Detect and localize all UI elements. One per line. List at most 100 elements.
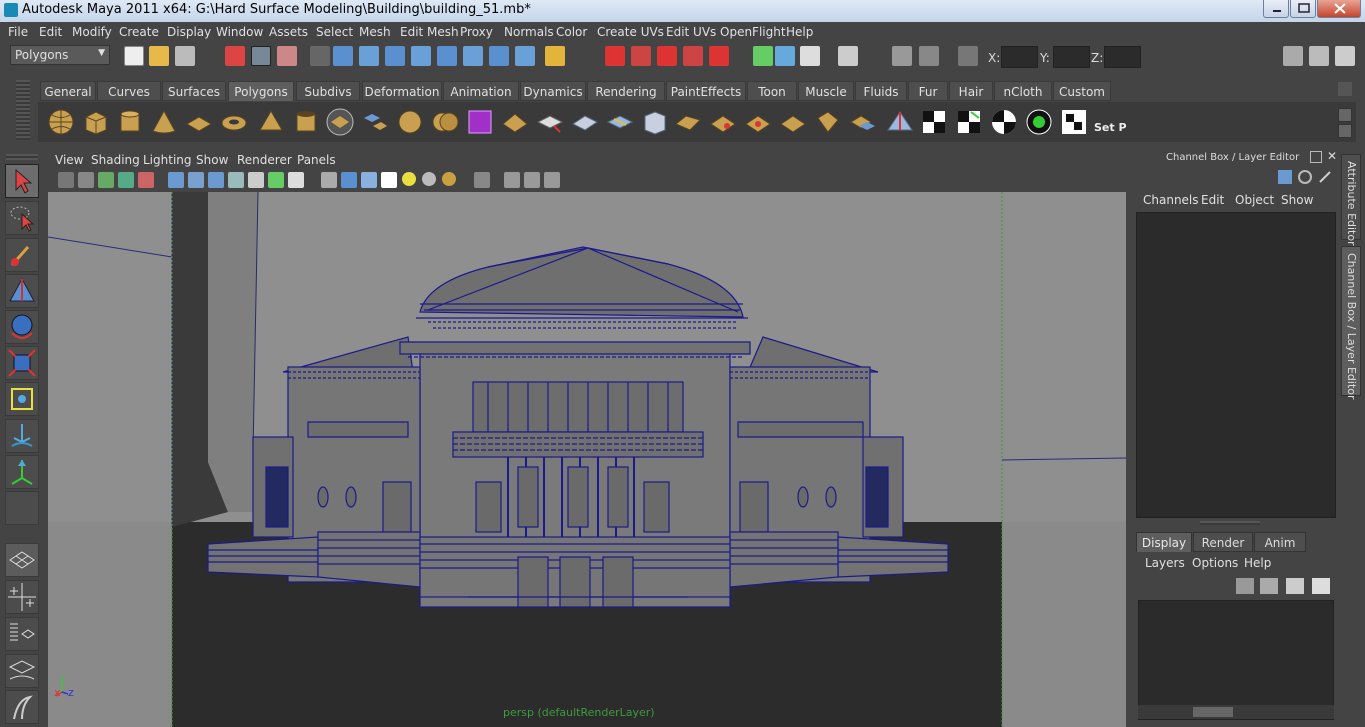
automatic-mapping-icon[interactable]	[1025, 108, 1053, 136]
shelf-tab-fluids[interactable]: Fluids	[855, 81, 907, 101]
set-pivot-label[interactable]: Set P	[1094, 121, 1127, 134]
panel-menu-panels[interactable]: Panels	[297, 153, 336, 167]
shelf-scroll-up[interactable]	[1338, 108, 1352, 122]
poly-cube-icon[interactable]	[82, 108, 110, 136]
menu-proxy[interactable]: Proxy	[460, 25, 493, 39]
menu-color[interactable]: Color	[556, 25, 587, 39]
menu-create[interactable]: Create	[119, 25, 159, 39]
new-layer-selected-icon[interactable]	[1312, 578, 1330, 594]
wireframe-on-shaded-icon[interactable]	[361, 172, 377, 188]
history-icon[interactable]	[515, 46, 535, 66]
z-field[interactable]	[1104, 46, 1141, 68]
move-tool-button[interactable]	[5, 274, 39, 308]
image-plane-icon[interactable]	[98, 172, 114, 188]
spherical-mapping-icon[interactable]	[990, 108, 1018, 136]
duplicate-face-icon[interactable]	[849, 108, 877, 136]
select-object-icon[interactable]	[251, 46, 271, 66]
menu-edit-uvs[interactable]: Edit UVs	[666, 25, 716, 39]
snap-curve-icon[interactable]	[359, 46, 379, 66]
camera-attributes-icon[interactable]	[58, 172, 74, 188]
default-light-icon[interactable]	[402, 172, 416, 186]
two-d-pan-zoom-icon[interactable]	[118, 172, 134, 188]
panel-menu-lighting[interactable]: Lighting	[143, 153, 192, 167]
tab-anim[interactable]: Anim	[1254, 532, 1306, 552]
xray-joints-icon[interactable]	[524, 172, 540, 188]
lasso-tool-button[interactable]	[5, 201, 39, 235]
snap-point-icon[interactable]	[385, 46, 405, 66]
show-menu[interactable]: Show	[1281, 193, 1313, 207]
persp-graph-layout-button[interactable]	[5, 654, 39, 688]
smooth-icon[interactable]	[396, 108, 424, 136]
symmetry-icon[interactable]	[489, 46, 509, 66]
camera-bookmark-icon[interactable]	[78, 172, 94, 188]
transform-input-icon[interactable]	[958, 46, 978, 66]
select-hierarchy-icon[interactable]	[225, 46, 245, 66]
poly-cone-icon[interactable]	[150, 108, 178, 136]
y-field[interactable]	[1053, 46, 1090, 68]
menu-mesh[interactable]: Mesh	[359, 25, 391, 39]
options-menu[interactable]: Options	[1192, 556, 1238, 570]
shelf-tab-polygons[interactable]: Polygons	[228, 81, 294, 101]
render-settings-icon[interactable]	[657, 46, 677, 66]
render-view-icon[interactable]	[775, 46, 795, 66]
snap-view-plane-icon[interactable]	[411, 46, 431, 66]
scrollbar-thumb[interactable]	[1193, 707, 1233, 717]
safe-action-icon[interactable]	[268, 172, 284, 188]
shelf-tab-rendering[interactable]: Rendering	[587, 81, 665, 101]
gate-mask-icon[interactable]	[228, 172, 244, 188]
new-scene-icon[interactable]	[124, 46, 144, 66]
object-menu[interactable]: Object	[1235, 193, 1274, 207]
close-button[interactable]	[1317, 0, 1361, 18]
isolate-select-icon[interactable]	[474, 172, 490, 188]
float-panel-icon[interactable]	[1310, 151, 1322, 163]
shelf-tab-dynamics[interactable]: Dynamics	[520, 81, 586, 101]
tool-settings-only-icon[interactable]	[1318, 170, 1332, 184]
xray-components-icon[interactable]	[544, 172, 560, 188]
maya-logo-button[interactable]	[5, 690, 39, 724]
shelf-tab-muscle[interactable]: Muscle	[798, 81, 854, 101]
menu-create-uvs[interactable]: Create UVs	[597, 25, 664, 39]
tab-display[interactable]: Display	[1136, 532, 1192, 552]
texture-icon[interactable]	[892, 46, 912, 66]
layers-menu[interactable]: Layers	[1145, 556, 1185, 570]
cylindrical-mapping-icon[interactable]	[955, 108, 983, 136]
grid-snap-toggle-icon[interactable]	[838, 46, 858, 66]
poke-face-icon[interactable]	[779, 108, 807, 136]
last-tool-button[interactable]	[5, 491, 39, 525]
attribute-editor-only-icon[interactable]	[1298, 170, 1312, 184]
combine-icon[interactable]	[326, 108, 354, 136]
channel-list[interactable]	[1136, 212, 1336, 518]
grid-toggle-icon[interactable]	[168, 172, 184, 188]
transform-constraint-icon[interactable]	[919, 46, 939, 66]
channel-box-only-icon[interactable]	[1278, 170, 1292, 184]
shadows-icon[interactable]	[442, 172, 456, 186]
bevel-icon[interactable]	[674, 108, 702, 136]
scale-tool-button[interactable]	[5, 346, 39, 380]
poly-plane-icon[interactable]	[185, 108, 213, 136]
shelf-tab-surfaces[interactable]: Surfaces	[162, 81, 226, 101]
tab-channel-box-layer-editor[interactable]: Channel Box / Layer Editor	[1341, 246, 1361, 400]
script-editor-icon[interactable]	[800, 46, 820, 66]
x-field[interactable]	[1001, 46, 1038, 68]
menu-file[interactable]: File	[8, 25, 28, 39]
tab-render[interactable]: Render	[1193, 532, 1253, 552]
snap-grid-icon[interactable]	[333, 46, 353, 66]
open-scene-icon[interactable]	[149, 46, 169, 66]
shelf-tab-animation[interactable]: Animation	[443, 81, 519, 101]
menu-window[interactable]: Window	[216, 25, 263, 39]
shelf-tab-fur[interactable]: Fur	[908, 81, 948, 101]
single-perspective-layout-button[interactable]	[5, 543, 39, 577]
input-output-icon[interactable]	[709, 46, 729, 66]
insert-edge-loop-icon[interactable]	[641, 108, 669, 136]
shelf-gripper[interactable]	[16, 80, 30, 140]
ipr-render-icon[interactable]	[631, 46, 651, 66]
menu-edit[interactable]: Edit	[39, 25, 62, 39]
extrude-edge-icon[interactable]	[501, 108, 529, 136]
soft-select-icon[interactable]	[463, 46, 483, 66]
shelf-tab-painteffects[interactable]: PaintEffects	[666, 81, 746, 101]
shelf-tab-general[interactable]: General	[40, 81, 96, 101]
menu-openflight[interactable]: OpenFlight	[720, 25, 786, 39]
all-lights-icon[interactable]	[422, 172, 436, 186]
resolution-gate-icon[interactable]	[208, 172, 224, 188]
panel-menu-show[interactable]: Show	[196, 153, 228, 167]
